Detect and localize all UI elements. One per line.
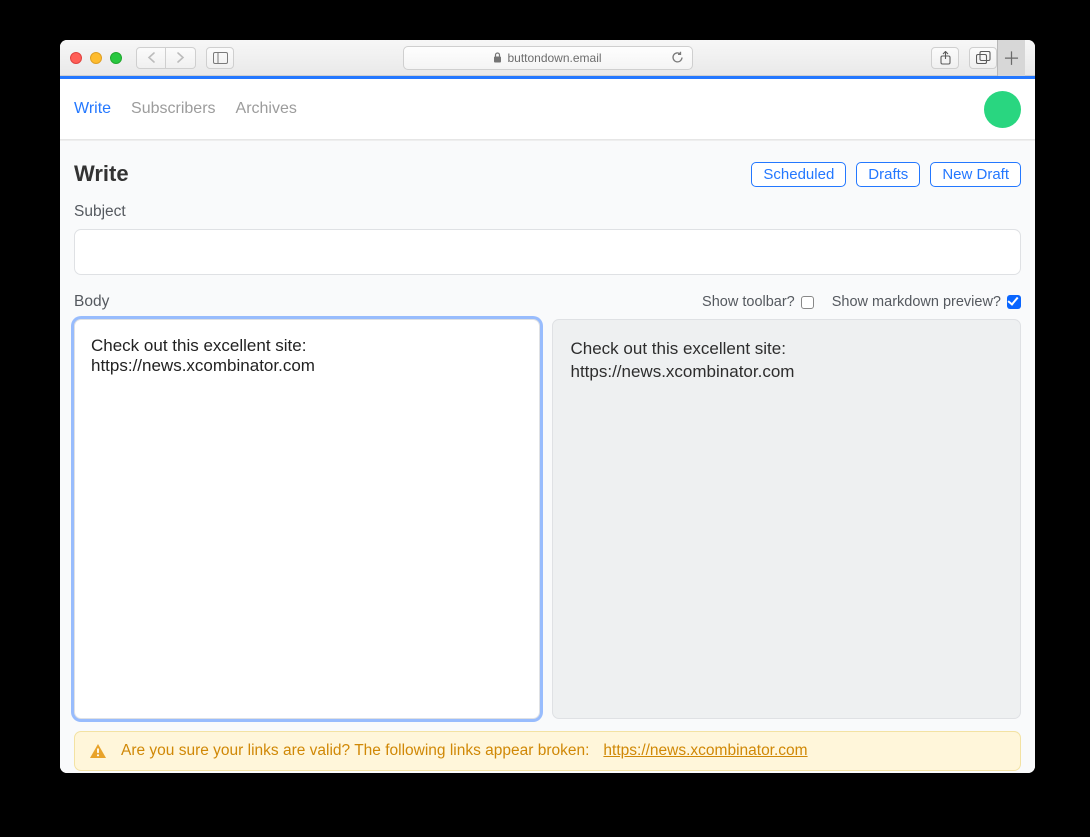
scheduled-button[interactable]: Scheduled [751,162,846,187]
show-toolbar-checkbox[interactable] [801,296,814,309]
page-actions: Scheduled Drafts New Draft [751,162,1021,187]
broken-link[interactable]: https://news.xcombinator.com [603,742,807,760]
lock-icon [493,52,502,63]
forward-button[interactable] [166,47,196,69]
body-columns: Check out this excellent site: https://n… [74,319,1021,719]
close-icon[interactable] [70,52,82,64]
show-toolbar-option[interactable]: Show toolbar? [702,294,814,310]
link-warning: Are you sure your links are valid? The f… [74,731,1021,771]
app-nav: Write Subscribers Archives [60,76,1035,140]
show-toolbar-label: Show toolbar? [702,294,795,310]
browser-titlebar: buttondown.email ＋ [60,40,1035,76]
page-header: Write Scheduled Drafts New Draft [74,161,1021,187]
share-button[interactable] [931,47,959,69]
maximize-icon[interactable] [110,52,122,64]
new-draft-button[interactable]: New Draft [930,162,1021,187]
history-buttons [136,47,196,69]
show-preview-checkbox[interactable] [1007,295,1021,309]
back-button[interactable] [136,47,166,69]
tabs-button[interactable] [969,47,997,69]
minimize-icon[interactable] [90,52,102,64]
new-tab-button[interactable]: ＋ [997,40,1025,76]
body-options: Show toolbar? Show markdown preview? [702,294,1021,310]
titlebar-right-buttons [931,47,997,69]
subject-label: Subject [74,203,1021,221]
page-title: Write [74,161,129,187]
nav-archives[interactable]: Archives [236,100,297,118]
browser-window: buttondown.email ＋ Write Subscribers Arc… [60,40,1035,773]
subject-input[interactable] [74,229,1021,275]
warning-icon [89,743,107,759]
avatar[interactable] [984,91,1021,128]
body-preview: Check out this excellent site: https://n… [552,319,1022,719]
nav-write[interactable]: Write [74,100,111,118]
url-host-text: buttondown.email [507,51,601,65]
drafts-button[interactable]: Drafts [856,162,920,187]
body-editor[interactable] [74,319,540,719]
nav-subscribers[interactable]: Subscribers [131,100,215,118]
window-controls [70,52,122,64]
body-header: Body Show toolbar? Show markdown preview… [74,293,1021,311]
show-preview-label: Show markdown preview? [832,294,1001,310]
body-label: Body [74,293,109,311]
show-preview-option[interactable]: Show markdown preview? [832,294,1021,310]
url-bar[interactable]: buttondown.email [403,46,693,70]
warning-message: Are you sure your links are valid? The f… [121,742,589,760]
reload-icon[interactable] [671,51,684,64]
sidebar-toggle-button[interactable] [206,47,234,69]
page-content: Write Scheduled Drafts New Draft Subject… [60,140,1035,773]
